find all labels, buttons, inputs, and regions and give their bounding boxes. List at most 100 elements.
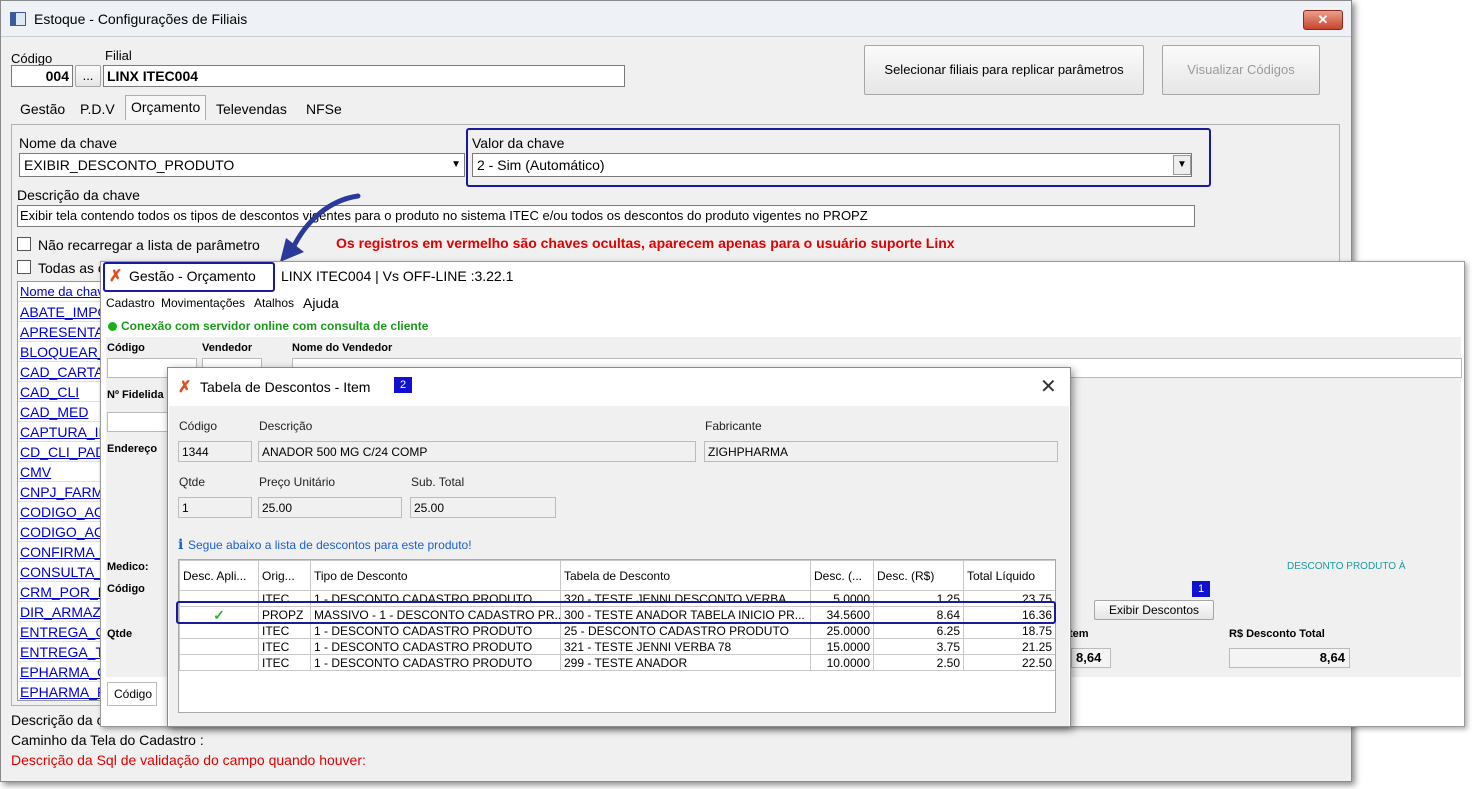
applied-cell (179, 622, 259, 639)
codigo-label: Código (179, 419, 218, 433)
key-value-select[interactable]: 2 - Sim (Automático) ▼ (472, 153, 1192, 177)
list-item[interactable]: BLOQUEAR_ (18, 342, 106, 362)
col-tabela-desconto[interactable]: Tabela de Desconto (560, 560, 811, 591)
list-item[interactable]: ENTREGA_T (18, 642, 106, 662)
fabricante-field: ZIGHPHARMA (704, 441, 1058, 462)
dropdown-arrow-icon: ▼ (451, 159, 461, 170)
col-desc-rs[interactable]: Desc. (R$) (873, 560, 964, 591)
nao-recarregar-checkbox[interactable] (17, 237, 31, 251)
subtotal-label: Sub. Total (411, 475, 465, 489)
close-button[interactable]: ✕ (1303, 10, 1343, 30)
list-item[interactable]: CMV (18, 462, 106, 482)
info-message: Segue abaixo a lista de descontos para e… (188, 538, 472, 552)
tab-orcamento[interactable]: Orçamento (125, 95, 207, 120)
step-badge-2: 2 (394, 377, 412, 393)
tab-televendas[interactable]: Televendas (211, 98, 292, 120)
tabela-cell: 321 - TESTE JENNI VERBA 78 (560, 638, 811, 655)
codigo-tab[interactable]: Código (107, 682, 157, 706)
filial-value: LINX ITEC004 (107, 68, 199, 84)
list-item[interactable]: DIR_ARMAZE (18, 602, 106, 622)
key-description-label: Descrição da chave (17, 187, 140, 203)
filial-field[interactable]: LINX ITEC004 (103, 65, 625, 87)
list-item[interactable]: CRM_POR_P (18, 582, 106, 602)
nome-vendedor-label: Nome do Vendedor (292, 342, 393, 354)
menu-atalhos[interactable]: Atalhos (254, 296, 294, 310)
descontos-dialog: ✗ Tabela de Descontos - Item 2 ✕ Código … (167, 367, 1071, 727)
tab-bar: Gestão P.D.V Orçamento Televendas NFSe (13, 95, 353, 122)
tipo-cell: 1 - DESCONTO CADASTRO PRODUTO (310, 622, 561, 639)
subtotal-field: 25.00 (410, 497, 556, 518)
rs-cell: 3.75 (873, 638, 964, 655)
list-item[interactable]: CAD_CLI (18, 382, 106, 402)
origem-cell: ITEC (258, 654, 311, 671)
pointer-arrow-icon (280, 193, 361, 262)
fidelidade-input[interactable] (107, 412, 169, 432)
menu-cadastro[interactable]: Cadastro (106, 296, 155, 310)
origem-cell: ITEC (258, 622, 311, 639)
table-row[interactable]: ITEC 1 - DESCONTO CADASTRO PRODUTO 321 -… (179, 638, 1055, 655)
tab-nfse[interactable]: NFSe (301, 98, 347, 120)
col-tipo-desconto[interactable]: Tipo de Desconto (310, 560, 561, 591)
list-item[interactable]: CNPJ_FARMA (18, 482, 106, 502)
item-total-label: tem (1069, 628, 1089, 640)
tab-pdv[interactable]: P.D.V (75, 98, 120, 120)
list-item[interactable]: EPHARMA_C (18, 662, 106, 682)
list-item[interactable]: ABATE_IMPO (18, 302, 106, 322)
linx-logo-icon: ✗ (109, 268, 123, 285)
footer-sql: Descrição da Sql de validação do campo q… (11, 752, 366, 768)
list-item[interactable]: CONSULTA_P (18, 562, 106, 582)
percent-cell: 10.0000 (810, 654, 874, 671)
exibir-descontos-button[interactable]: Exibir Descontos (1094, 600, 1214, 620)
codigo-field[interactable]: 004 (11, 65, 73, 87)
key-value-label: Valor da chave (472, 135, 565, 151)
list-item[interactable]: CODIGO_ACE (18, 502, 106, 522)
list-item[interactable]: CD_CLI_PAD (18, 442, 106, 462)
codigo-field: 1344 (178, 441, 252, 462)
table-row[interactable]: ITEC 1 - DESCONTO CADASTRO PRODUTO 299 -… (179, 654, 1055, 671)
table-header: Desc. Apli... Orig... Tipo de Desconto T… (179, 560, 1055, 591)
replicar-button[interactable]: Selecionar filiais para replicar parâmet… (864, 45, 1144, 95)
list-item[interactable]: ENTREGA_G (18, 622, 106, 642)
codigo-lookup-button[interactable]: ... (75, 65, 101, 87)
list-item[interactable]: CONFIRMA_M (18, 542, 106, 562)
nao-recarregar-label: Não recarregar a lista de parâmetro (38, 237, 260, 253)
todas-checkbox[interactable] (17, 260, 31, 274)
tipo-cell: 1 - DESCONTO CADASTRO PRODUTO (310, 638, 561, 655)
orcamento-subtitle: LINX ITEC004 | Vs OFF-LINE :3.22.1 (281, 268, 514, 284)
info-icon: i (178, 537, 184, 553)
col-desc-aplicado[interactable]: Desc. Apli... (179, 560, 259, 591)
col-desc-percent[interactable]: Desc. (... (810, 560, 874, 591)
medico-label: Medico: (107, 561, 149, 573)
list-item[interactable]: CAD_MED (18, 402, 106, 422)
list-header: Nome da chav (18, 282, 106, 302)
col-total-liquido[interactable]: Total Líquido (963, 560, 1055, 591)
rs-cell: 2.50 (873, 654, 964, 671)
dialog-close-icon[interactable]: ✕ (1040, 374, 1057, 399)
rs-desconto-total-value: 8,64 (1319, 650, 1345, 665)
descricao-label: Descrição (259, 419, 313, 433)
col-origem[interactable]: Orig... (258, 560, 311, 591)
tipo-cell: 1 - DESCONTO CADASTRO PRODUTO (310, 654, 561, 671)
list-item[interactable]: CODIGO_ACE (18, 522, 106, 542)
list-item[interactable]: APRESENTA (18, 322, 106, 342)
rs-cell: 6.25 (873, 622, 964, 639)
window-title: Estoque - Configurações de Filiais (34, 11, 248, 27)
menu-ajuda[interactable]: Ajuda (303, 295, 339, 311)
menu-movimentacoes[interactable]: Movimentações (161, 296, 245, 310)
codigo-value: 004 (45, 68, 69, 84)
key-name-label: Nome da chave (19, 135, 118, 151)
list-item[interactable]: CAPTURA_IM (18, 422, 106, 442)
list-item[interactable]: EPHARMA_F (18, 682, 106, 700)
table-row[interactable]: ITEC 1 - DESCONTO CADASTRO PRODUTO 25 - … (179, 622, 1055, 639)
orcamento-title: Gestão - Orçamento (129, 268, 256, 284)
desconto-produto-label: DESCONTO PRODUTO À (1287, 561, 1406, 572)
tab-gestao[interactable]: Gestão (15, 98, 70, 120)
list-item[interactable]: CAD_CARTA (18, 362, 106, 382)
visualizar-codigos-button[interactable]: Visualizar Códigos (1162, 45, 1320, 95)
key-description-field[interactable]: Exibir tela contendo todos os tipos de d… (17, 205, 1195, 227)
step-badge-1: 1 (1192, 581, 1210, 597)
key-list[interactable]: Nome da chav ABATE_IMPO APRESENTA BLOQUE… (17, 281, 107, 701)
descricao-field: ANADOR 500 MG C/24 COMP (258, 441, 696, 462)
footer-caminho: Caminho da Tela do Cadastro : (11, 732, 204, 748)
key-name-select[interactable]: EXIBIR_DESCONTO_PRODUTO ▼ (19, 153, 465, 177)
